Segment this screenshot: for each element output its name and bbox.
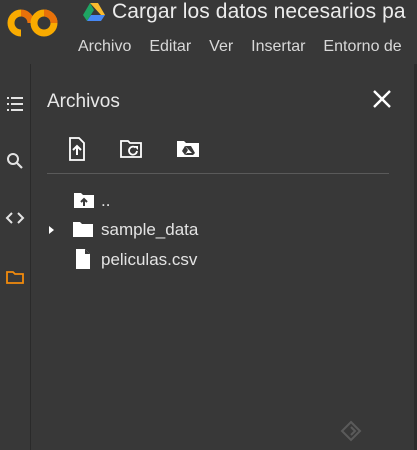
- search-icon[interactable]: [5, 151, 25, 171]
- parent-folder-icon: [74, 193, 94, 208]
- toolbar-divider: [47, 173, 389, 174]
- table-of-contents-icon[interactable]: [5, 94, 25, 114]
- left-rail: [0, 64, 31, 450]
- folder-icon: [73, 222, 93, 237]
- tree-item-peliculas[interactable]: peliculas.csv: [31, 245, 391, 275]
- mount-drive-icon[interactable]: [175, 136, 201, 162]
- refresh-folder-icon[interactable]: [119, 136, 145, 162]
- colab-logo[interactable]: [7, 5, 61, 41]
- folder-icon[interactable]: [5, 267, 25, 287]
- google-drive-icon[interactable]: [83, 3, 105, 21]
- tree-item-label: peliculas.csv: [101, 250, 198, 269]
- upload-icon[interactable]: [64, 136, 90, 162]
- menu-editar[interactable]: Editar: [149, 38, 191, 56]
- tree-item-label: sample_data: [101, 220, 199, 239]
- menu-insertar[interactable]: Insertar: [251, 38, 305, 56]
- expand-arrow-icon[interactable]: [48, 225, 56, 235]
- menu-archivo[interactable]: Archivo: [78, 38, 131, 56]
- panel-title: Archivos: [47, 91, 120, 112]
- menu-entorno[interactable]: Entorno de: [323, 38, 401, 56]
- watermark-icon: [340, 420, 362, 442]
- app-header: Cargar los datos necesarios pa Archivo E…: [0, 0, 417, 64]
- tree-item-sample-data[interactable]: sample_data: [31, 215, 391, 245]
- file-icon: [76, 249, 90, 269]
- notebook-title[interactable]: Cargar los datos necesarios pa: [112, 0, 406, 24]
- tree-item-label: ..: [101, 191, 111, 210]
- menu-bar: Archivo Editar Ver Insertar Entorno de: [78, 38, 417, 56]
- close-icon[interactable]: [369, 86, 395, 112]
- menu-ver[interactable]: Ver: [209, 38, 233, 56]
- tree-item-parent[interactable]: ..: [31, 186, 391, 216]
- files-panel: Archivos .. sample_data peliculas.csv: [31, 64, 416, 450]
- code-snippets-icon[interactable]: [5, 208, 25, 228]
